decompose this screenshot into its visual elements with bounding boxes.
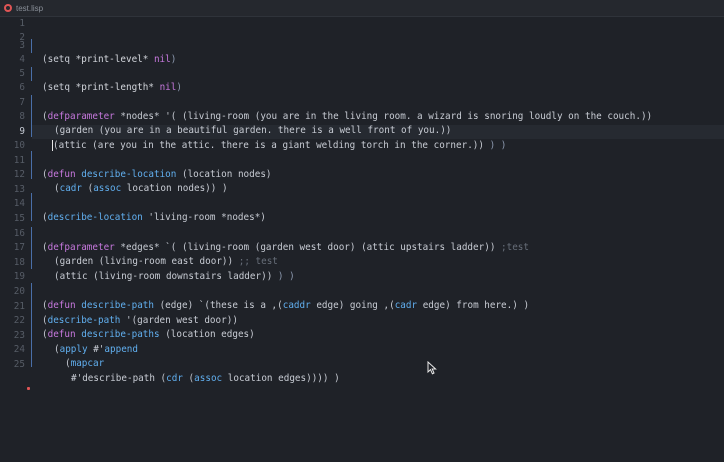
code-line-3: (setq *print-level* nil) [42, 54, 177, 65]
line-number: 1 [19, 18, 25, 29]
change-marker [27, 387, 30, 390]
code-line-23: (apply #'append [54, 344, 138, 355]
tab-title: test.lisp [16, 3, 44, 13]
code-line-18: (attic (living-room downstairs ladder)) … [54, 271, 295, 282]
lisp-file-icon [4, 4, 12, 12]
tab-test-lisp[interactable]: test.lisp [0, 0, 51, 16]
code-line-14: (describe-location 'living-room *nodes*) [42, 212, 266, 223]
code-line-22: (defun describe-paths (location edges) [42, 329, 255, 340]
code-line-7: (defparameter *nodes* '( (living-room (y… [42, 111, 653, 122]
code-line-25: #'describe-path (cdr (assoc location edg… [71, 373, 340, 384]
code-line-12: (cadr (assoc location nodes)) ) [54, 183, 228, 194]
code-line-8: (garden (you are in a beautiful garden. … [54, 125, 452, 136]
code-line-20: (defun describe-path (edge) `(these is a… [42, 300, 530, 311]
code-line-16: (defparameter *edges* `( (living-room (g… [42, 242, 530, 253]
code-line-11: (defun describe-location (location nodes… [42, 169, 272, 180]
code-line-9: (attic (are you in the attic. there is a… [52, 140, 507, 151]
code-line-5: (setq *print-length* nil) [42, 82, 182, 93]
code-editor[interactable]: 1 2 3 4 5 6 7 8 9 10 11 12 13 14 15 16 1… [0, 17, 724, 462]
mouse-pointer-icon [427, 361, 437, 375]
tab-bar: test.lisp [0, 0, 724, 17]
code-line-17: (garden (living-room east door)) ;; test [54, 256, 278, 267]
code-line-24: (mapcar [65, 358, 105, 369]
code-line-21: (describe-path '(garden west door)) [42, 315, 238, 326]
